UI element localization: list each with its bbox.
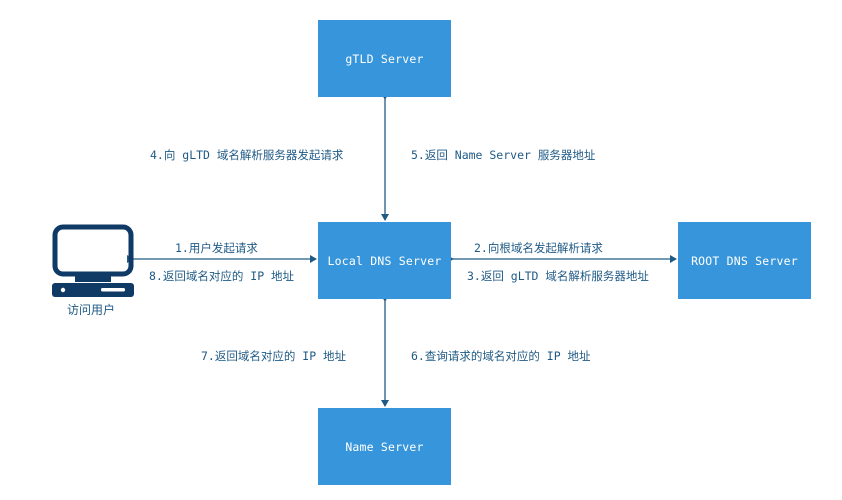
computer-monitor-icon <box>52 224 134 297</box>
root-dns-server-label: ROOT DNS Server <box>691 253 798 268</box>
edge-label-step1: 1.用户发起请求 <box>175 241 258 255</box>
edge-label-step5: 5.返回 Name Server 服务器地址 <box>411 148 596 162</box>
name-server-node: Name Server <box>318 408 451 485</box>
edge-label-step3: 3.返回 gLTD 域名解析服务器地址 <box>467 269 649 283</box>
user-label: 访问用户 <box>67 303 116 317</box>
name-server-label: Name Server <box>345 439 424 454</box>
local-dns-server-node: Local DNS Server <box>318 222 451 299</box>
edge-label-step8: 8.返回域名对应的 IP 地址 <box>149 269 295 283</box>
root-dns-server-node: ROOT DNS Server <box>678 222 811 299</box>
gtld-server-node: gTLD Server <box>318 20 451 97</box>
edge-label-step7: 7.返回域名对应的 IP 地址 <box>201 349 347 363</box>
gtld-server-label: gTLD Server <box>345 51 424 66</box>
edge-label-step4: 4.向 gLTD 域名解析服务器发起请求 <box>150 148 344 162</box>
edge-label-step6: 6.查询请求的域名对应的 IP 地址 <box>411 349 591 363</box>
edge-label-step2: 2.向根域名发起解析请求 <box>474 241 603 255</box>
local-dns-server-label: Local DNS Server <box>327 253 442 268</box>
